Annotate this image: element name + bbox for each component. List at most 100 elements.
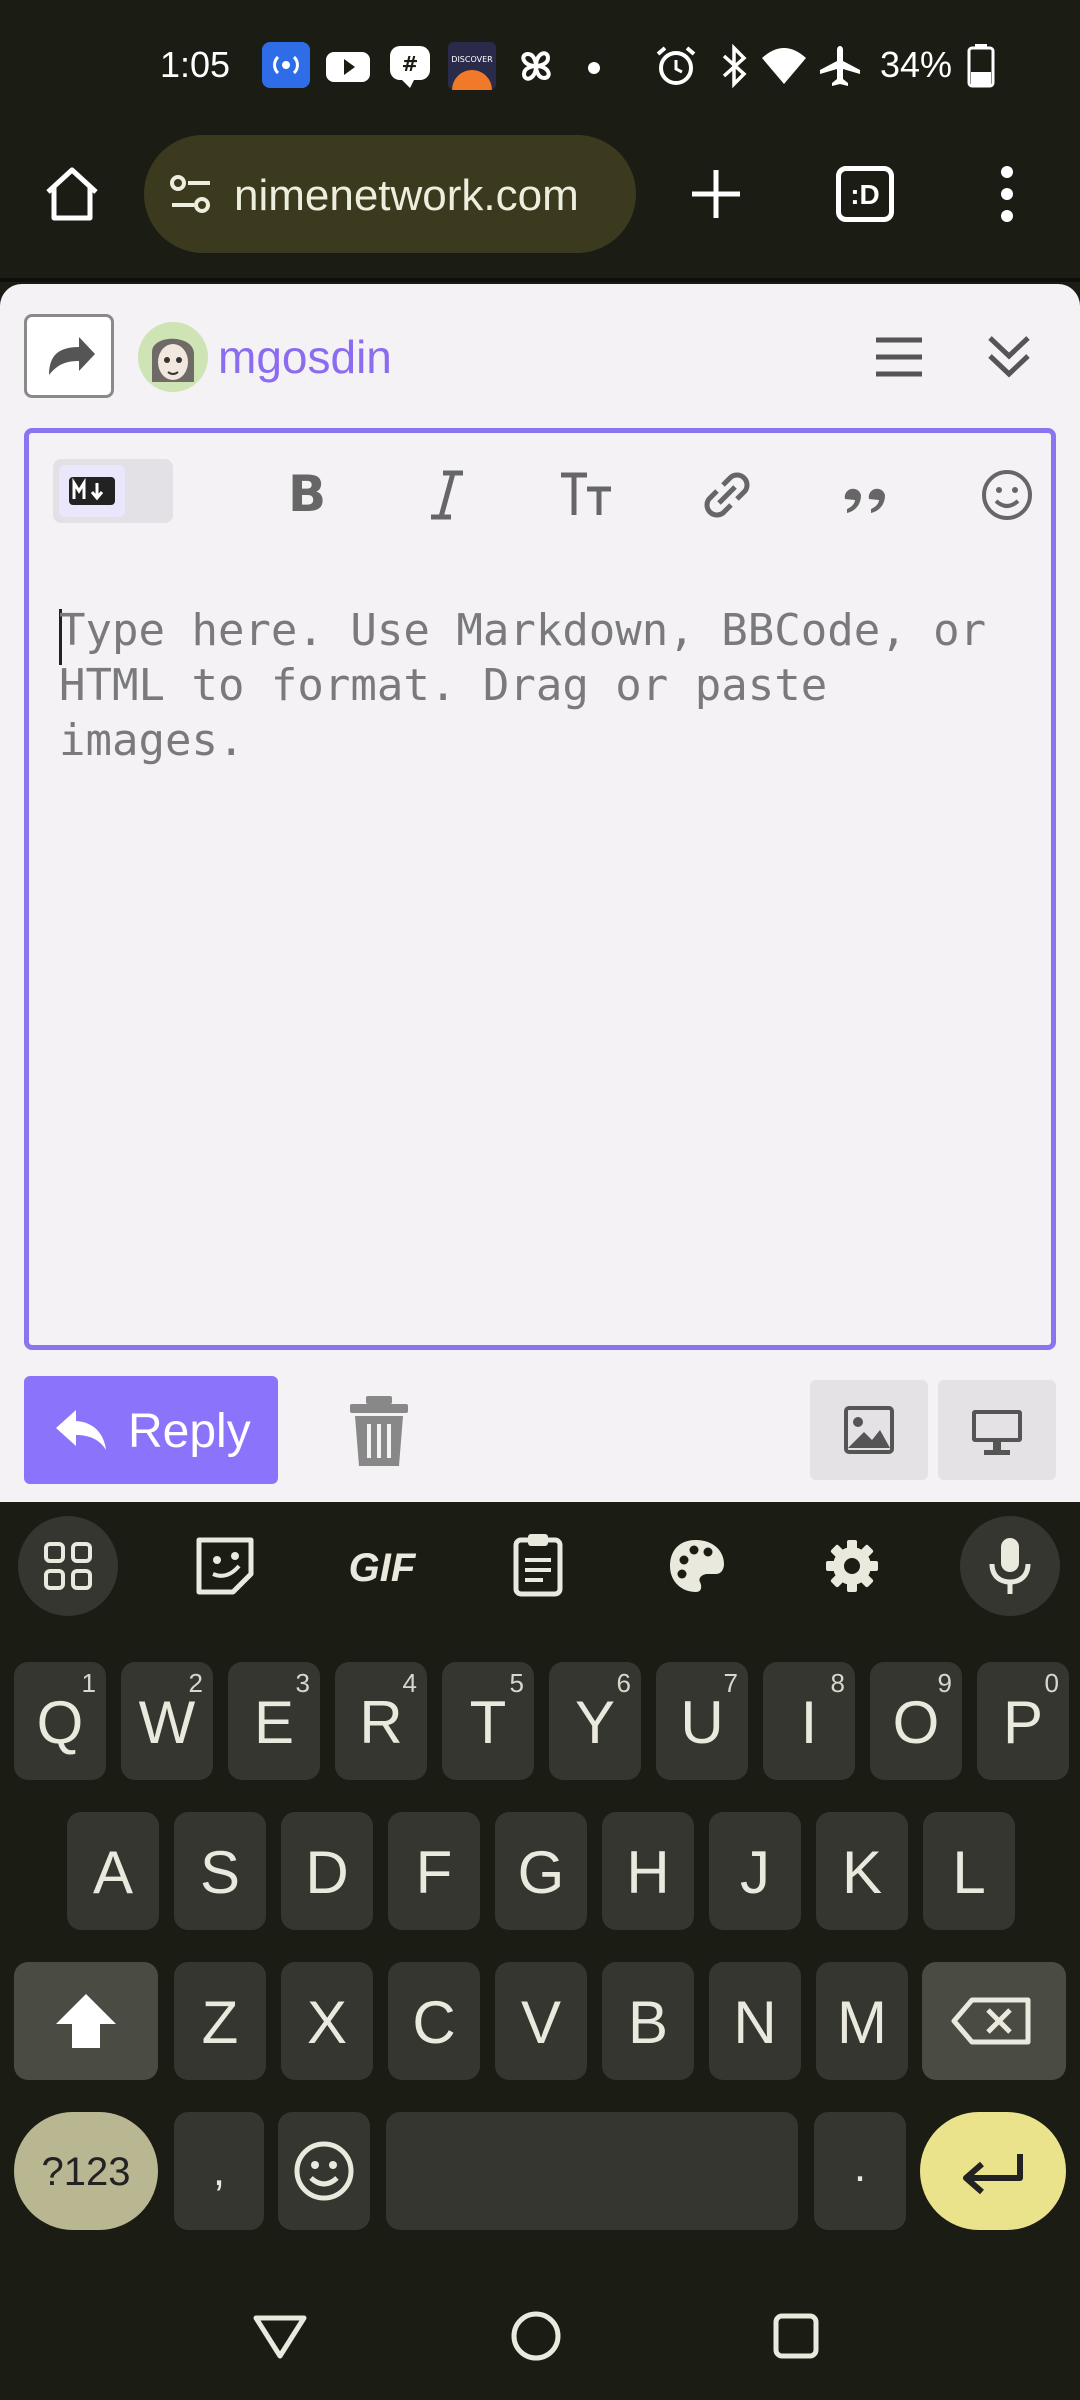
url-bar[interactable]: nimenetwork.com bbox=[144, 135, 636, 253]
period-key[interactable]: . bbox=[814, 2112, 906, 2230]
key-label: R bbox=[359, 1689, 403, 1756]
key-i[interactable]: 8I bbox=[763, 1662, 855, 1780]
wifi-icon bbox=[760, 42, 808, 90]
key-label: U bbox=[680, 1689, 724, 1756]
symbols-key[interactable]: ?123 bbox=[14, 2112, 158, 2230]
key-m[interactable]: M bbox=[816, 1962, 908, 2080]
desktop-icon bbox=[972, 1410, 1022, 1455]
key-x[interactable]: X bbox=[281, 1962, 373, 2080]
clipboard-icon[interactable] bbox=[488, 1516, 588, 1616]
key-h[interactable]: H bbox=[602, 1812, 694, 1930]
hamburger-menu-icon[interactable] bbox=[870, 328, 928, 386]
avatar[interactable] bbox=[138, 322, 208, 392]
settings-gear-icon[interactable] bbox=[802, 1516, 902, 1616]
key-label: T bbox=[469, 1689, 507, 1756]
key-v[interactable]: V bbox=[495, 1962, 587, 2080]
key-label: M bbox=[837, 1989, 887, 2056]
key-n[interactable]: N bbox=[709, 1962, 801, 2080]
gif-label: GIF bbox=[348, 1546, 416, 1590]
more-options-icon[interactable] bbox=[994, 164, 1020, 224]
microphone-icon[interactable] bbox=[960, 1516, 1060, 1616]
tab-switcher-button[interactable]: :D bbox=[836, 166, 894, 222]
key-s[interactable]: S bbox=[174, 1812, 266, 1930]
username-link[interactable]: mgosdin bbox=[218, 330, 392, 384]
key-label: D bbox=[305, 1839, 349, 1906]
palette-icon[interactable] bbox=[646, 1516, 746, 1616]
key-b[interactable]: B bbox=[602, 1962, 694, 2080]
toggle-preview-button[interactable] bbox=[938, 1380, 1056, 1480]
key-c[interactable]: C bbox=[388, 1962, 480, 2080]
recents-square-icon[interactable] bbox=[768, 2308, 824, 2364]
heading-icon[interactable] bbox=[557, 465, 617, 525]
key-r[interactable]: 4R bbox=[335, 1662, 427, 1780]
key-label: G bbox=[517, 1839, 565, 1906]
collapse-chevron-icon[interactable] bbox=[978, 324, 1040, 386]
bluetooth-icon bbox=[710, 42, 758, 90]
reply-button[interactable]: Reply bbox=[24, 1376, 278, 1484]
url-text: nimenetwork.com bbox=[234, 171, 579, 220]
sticker-icon[interactable] bbox=[175, 1516, 275, 1616]
key-f[interactable]: F bbox=[388, 1812, 480, 1930]
key-g[interactable]: G bbox=[495, 1812, 587, 1930]
tab-switcher-label: :D bbox=[850, 179, 880, 210]
trash-icon[interactable] bbox=[346, 1394, 412, 1468]
key-l[interactable]: L bbox=[923, 1812, 1015, 1930]
key-k[interactable]: K bbox=[816, 1812, 908, 1930]
share-button[interactable] bbox=[24, 314, 114, 398]
upload-image-button[interactable] bbox=[810, 1380, 928, 1480]
new-tab-icon[interactable] bbox=[688, 166, 744, 222]
share-arrow-icon bbox=[49, 337, 95, 375]
key-p[interactable]: 0P bbox=[977, 1662, 1069, 1780]
backspace-key[interactable] bbox=[922, 1962, 1066, 2080]
quote-icon[interactable] bbox=[837, 465, 897, 525]
reply-arrow-icon bbox=[54, 1406, 108, 1454]
italic-icon[interactable] bbox=[417, 465, 477, 525]
toolbar-divider bbox=[0, 278, 1080, 282]
apps-grid-icon[interactable] bbox=[18, 1516, 118, 1616]
pinwheel-icon bbox=[512, 42, 560, 90]
clock: 1:05 bbox=[160, 44, 231, 85]
key-label: P bbox=[1002, 1689, 1044, 1756]
key-t[interactable]: 5T bbox=[442, 1662, 534, 1780]
site-settings-icon[interactable] bbox=[166, 169, 216, 219]
emoji-icon[interactable] bbox=[977, 465, 1037, 525]
key-u[interactable]: 7U bbox=[656, 1662, 748, 1780]
backspace-icon bbox=[951, 1997, 1031, 2045]
shift-arrow-icon bbox=[56, 1994, 116, 2048]
key-d[interactable]: D bbox=[281, 1812, 373, 1930]
home-icon[interactable] bbox=[40, 162, 104, 226]
key-y[interactable]: 6Y bbox=[549, 1662, 641, 1780]
enter-arrow-icon bbox=[963, 2154, 1023, 2195]
chat-icon: # bbox=[386, 42, 434, 90]
battery-percent: 34% bbox=[880, 44, 953, 85]
emoji-key[interactable] bbox=[278, 2112, 370, 2230]
shift-key[interactable] bbox=[14, 1962, 158, 2080]
key-w[interactable]: 2W bbox=[121, 1662, 213, 1780]
status-bar: 1:05 # DISCOVER 34% bbox=[0, 0, 1080, 130]
key-label: H bbox=[626, 1839, 670, 1906]
key-a[interactable]: A bbox=[67, 1812, 159, 1930]
link-icon[interactable] bbox=[697, 465, 757, 525]
key-label: C bbox=[412, 1989, 456, 2056]
key-j[interactable]: J bbox=[709, 1812, 801, 1930]
key-o[interactable]: 9O bbox=[870, 1662, 962, 1780]
key-e[interactable]: 3E bbox=[228, 1662, 320, 1780]
radio-icon bbox=[262, 42, 310, 88]
markdown-toggle[interactable] bbox=[53, 459, 173, 523]
bold-icon[interactable]: B bbox=[277, 465, 337, 525]
enter-key[interactable] bbox=[920, 2112, 1066, 2230]
comma-key[interactable]: , bbox=[174, 2112, 264, 2230]
gif-button[interactable]: GIF bbox=[332, 1516, 432, 1616]
youtube-icon bbox=[324, 42, 372, 90]
back-triangle-icon[interactable] bbox=[250, 2304, 310, 2364]
composer-textarea[interactable]: Type here. Use Markdown, BBCode, or HTML… bbox=[59, 603, 1019, 768]
home-circle-icon[interactable] bbox=[506, 2306, 566, 2366]
composer-editor[interactable]: B Type here. Use Markdown, BBCode, or HT… bbox=[24, 428, 1056, 1350]
key-z[interactable]: Z bbox=[174, 1962, 266, 2080]
key-label: S bbox=[199, 1839, 241, 1906]
markdown-toggle-knob bbox=[59, 465, 125, 517]
key-q[interactable]: 1Q bbox=[14, 1662, 106, 1780]
system-nav-bar bbox=[0, 2286, 1080, 2400]
comma-label: , bbox=[212, 2146, 226, 2195]
space-bar[interactable] bbox=[386, 2112, 798, 2230]
